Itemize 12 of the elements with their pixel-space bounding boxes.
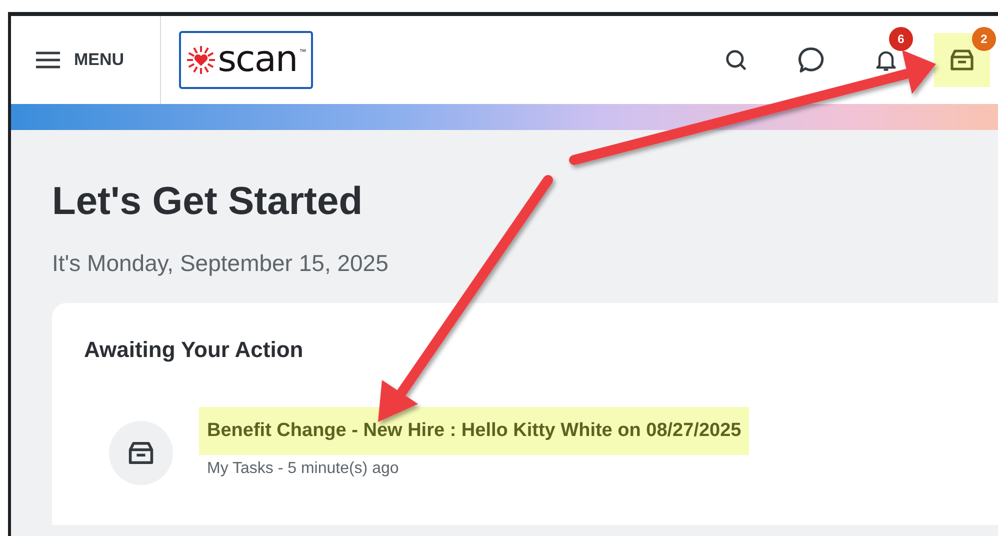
- count-badge: 6: [889, 27, 913, 51]
- inbox-icon[interactable]: [948, 48, 976, 72]
- chat-icon[interactable]: [796, 45, 826, 75]
- menu-icon: [36, 51, 60, 69]
- task-link[interactable]: Benefit Change - New Hire : Hello Kitty White on 08/27/2025: [199, 407, 750, 455]
- heart-sunburst-icon: [186, 45, 216, 75]
- task-meta: My Tasks - 5 minute(s) ago: [206, 459, 400, 479]
- date-text: It's Monday, September 15, 2025: [52, 250, 390, 277]
- card-title: Awaiting Your Action: [84, 337, 304, 363]
- count-badge: 2: [972, 27, 996, 51]
- page-title: Let's Get Started: [52, 180, 364, 224]
- logo-text: scan: [218, 42, 298, 78]
